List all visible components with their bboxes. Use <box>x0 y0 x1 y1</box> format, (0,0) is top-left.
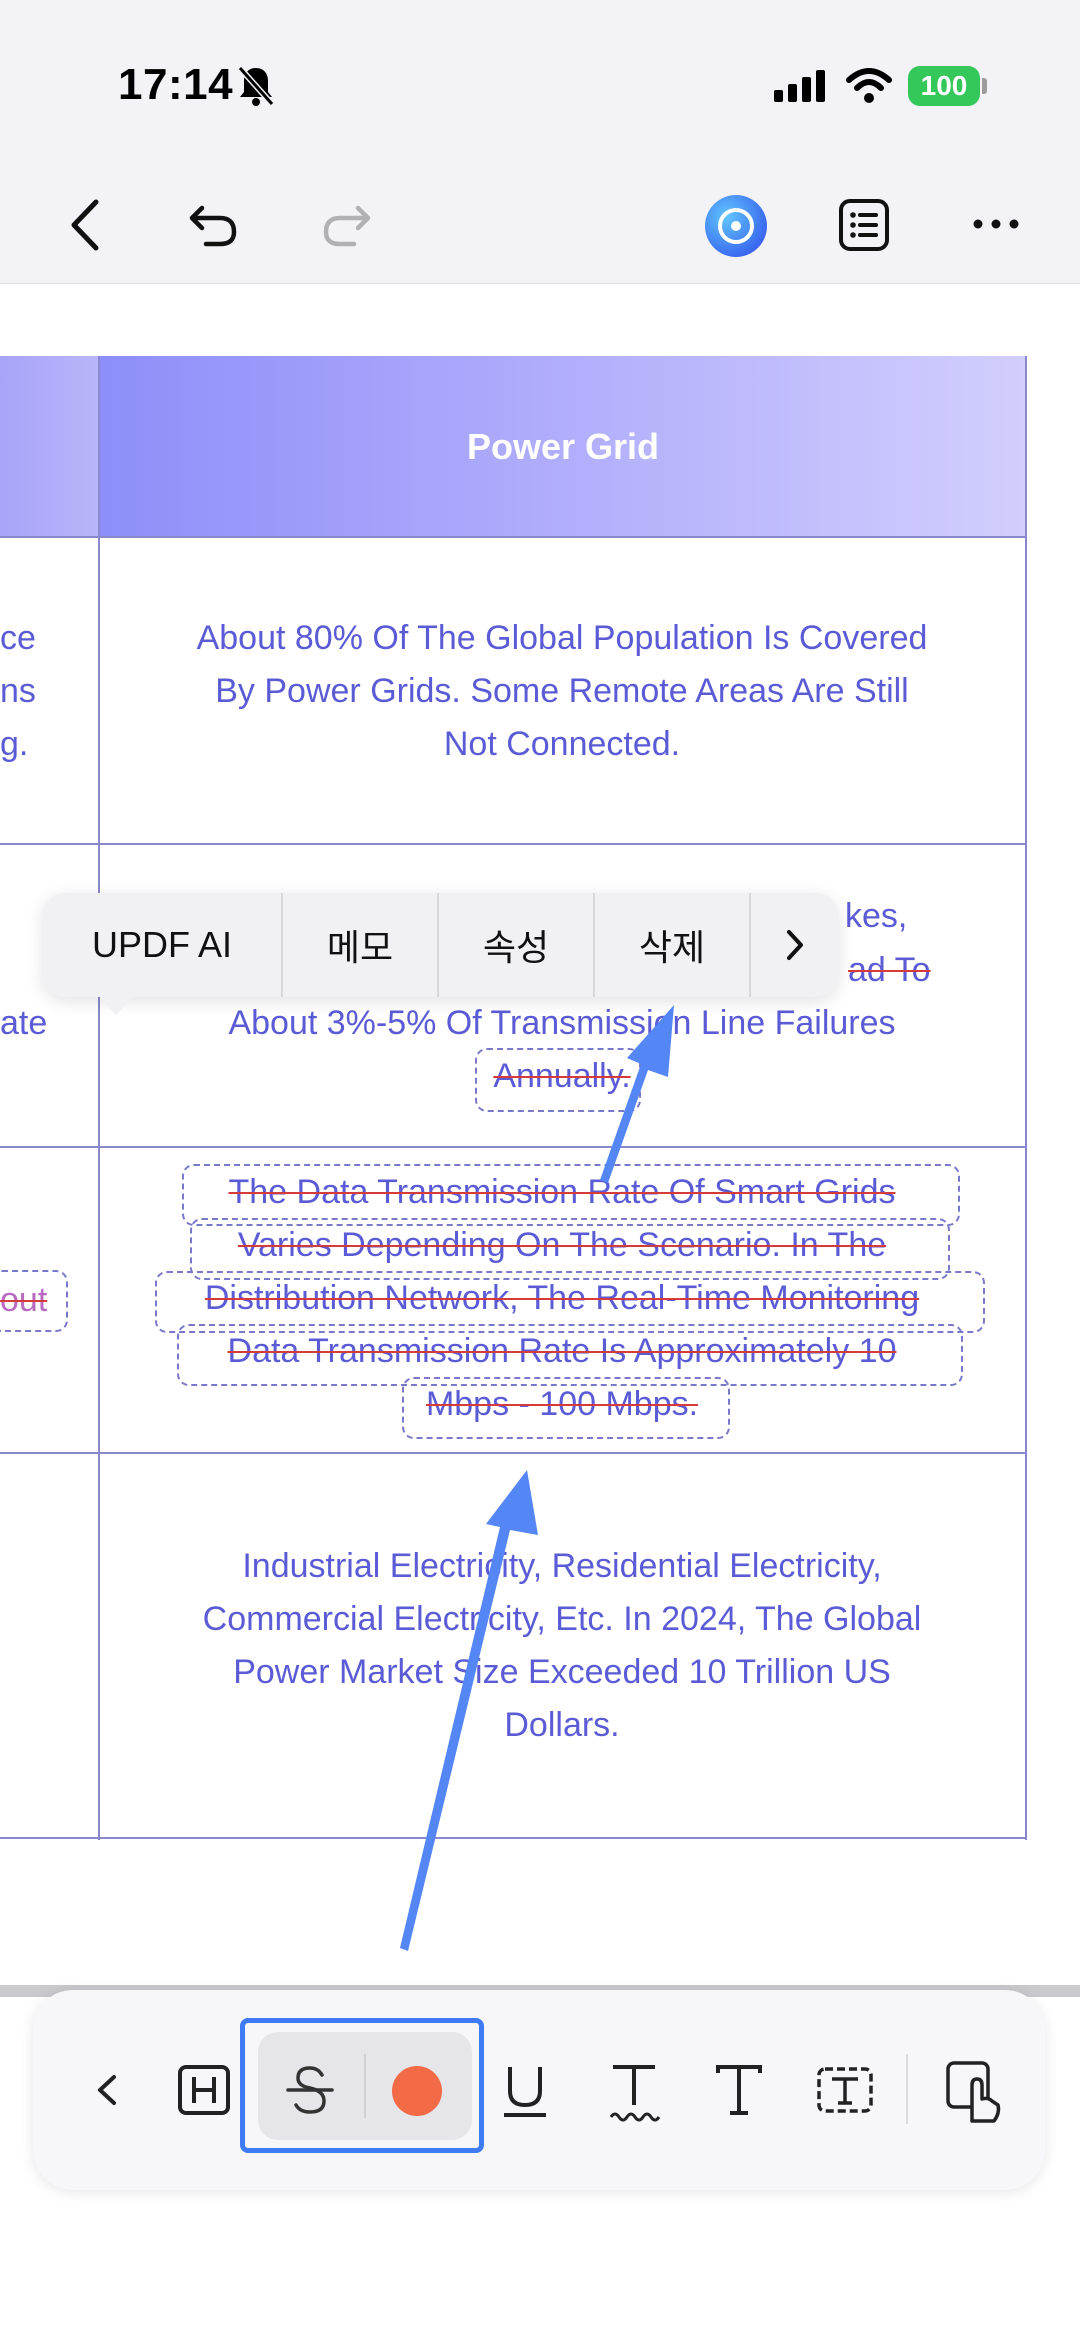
squiggly-underline-icon[interactable] <box>607 2055 661 2129</box>
table-row-line <box>0 1146 1027 1148</box>
edge-text: g. <box>0 725 29 763</box>
tap-select-icon[interactable] <box>944 2055 1004 2129</box>
menu-item-memo[interactable]: 메모 <box>283 893 439 997</box>
chevron-left-icon[interactable] <box>92 2055 122 2125</box>
wifi-icon <box>846 68 892 103</box>
text-icon[interactable] <box>712 2055 766 2125</box>
signal-icon <box>774 70 825 102</box>
cell-line: Dollars. <box>504 1706 620 1744</box>
cell-line: By Power Grids. Some Remote Areas Are St… <box>215 672 909 710</box>
menu-item-updf-ai[interactable]: UPDF AI <box>43 893 283 997</box>
cell-line: Commercial Electricity, Etc. In 2024, Th… <box>202 1600 922 1638</box>
cell-line: Power Market Size Exceeded 10 Trillion U… <box>233 1653 891 1691</box>
table-border-right <box>1025 356 1027 1840</box>
context-menu-pointer <box>98 995 134 1015</box>
battery-tip <box>982 78 987 94</box>
table-row-line <box>0 843 1027 845</box>
cell-line: About 3%-5% Of Transmission Line Failure… <box>228 1004 896 1042</box>
annotation-box[interactable] <box>402 1377 730 1439</box>
edge-text: ce <box>0 619 36 657</box>
top-toolbar <box>0 175 1080 284</box>
battery-indicator: 100 <box>908 66 980 106</box>
outline-list-icon[interactable] <box>838 198 890 252</box>
table-header-left <box>0 356 99 538</box>
bell-muted-icon <box>237 66 275 106</box>
more-icon[interactable] <box>972 218 1020 230</box>
tutorial-highlight-box <box>240 2018 484 2153</box>
redo-icon[interactable] <box>320 200 372 250</box>
cell-line: ad To <box>848 951 931 989</box>
annotation-box[interactable] <box>182 1164 960 1226</box>
annotation-box[interactable] <box>475 1048 641 1112</box>
textbox-icon[interactable] <box>816 2055 874 2125</box>
underline-icon[interactable] <box>500 2055 550 2125</box>
highlight-icon[interactable] <box>176 2055 232 2125</box>
back-icon[interactable] <box>68 198 104 252</box>
menu-item-properties[interactable]: 속성 <box>439 893 595 997</box>
updf-ai-icon[interactable] <box>705 195 767 257</box>
cell-line: kes, <box>845 897 908 935</box>
cell-line: Not Connected. <box>443 725 681 763</box>
edge-text: ate <box>0 1004 48 1042</box>
cell-line: Industrial Electricity, Residential Elec… <box>242 1547 882 1585</box>
menu-more-button[interactable] <box>751 893 838 997</box>
undo-icon[interactable] <box>188 200 240 250</box>
menu-item-delete[interactable]: 삭제 <box>595 893 751 997</box>
chevron-right-icon <box>786 930 803 960</box>
table-divider <box>98 356 100 1840</box>
cell-line: About 80% Of The Global Population Is Co… <box>196 619 928 657</box>
table-row-line <box>0 1837 1027 1839</box>
table-header-power-grid: Power Grid <box>99 356 1027 538</box>
annotation-box[interactable] <box>0 1270 68 1332</box>
context-menu: UPDF AI 메모 속성 삭제 <box>43 893 838 997</box>
edge-text: ns <box>0 672 36 710</box>
tool-separator <box>906 2054 908 2124</box>
status-time: 17:14 <box>118 60 234 109</box>
table-row-line <box>0 536 1027 538</box>
table-row-line <box>0 1452 1027 1454</box>
